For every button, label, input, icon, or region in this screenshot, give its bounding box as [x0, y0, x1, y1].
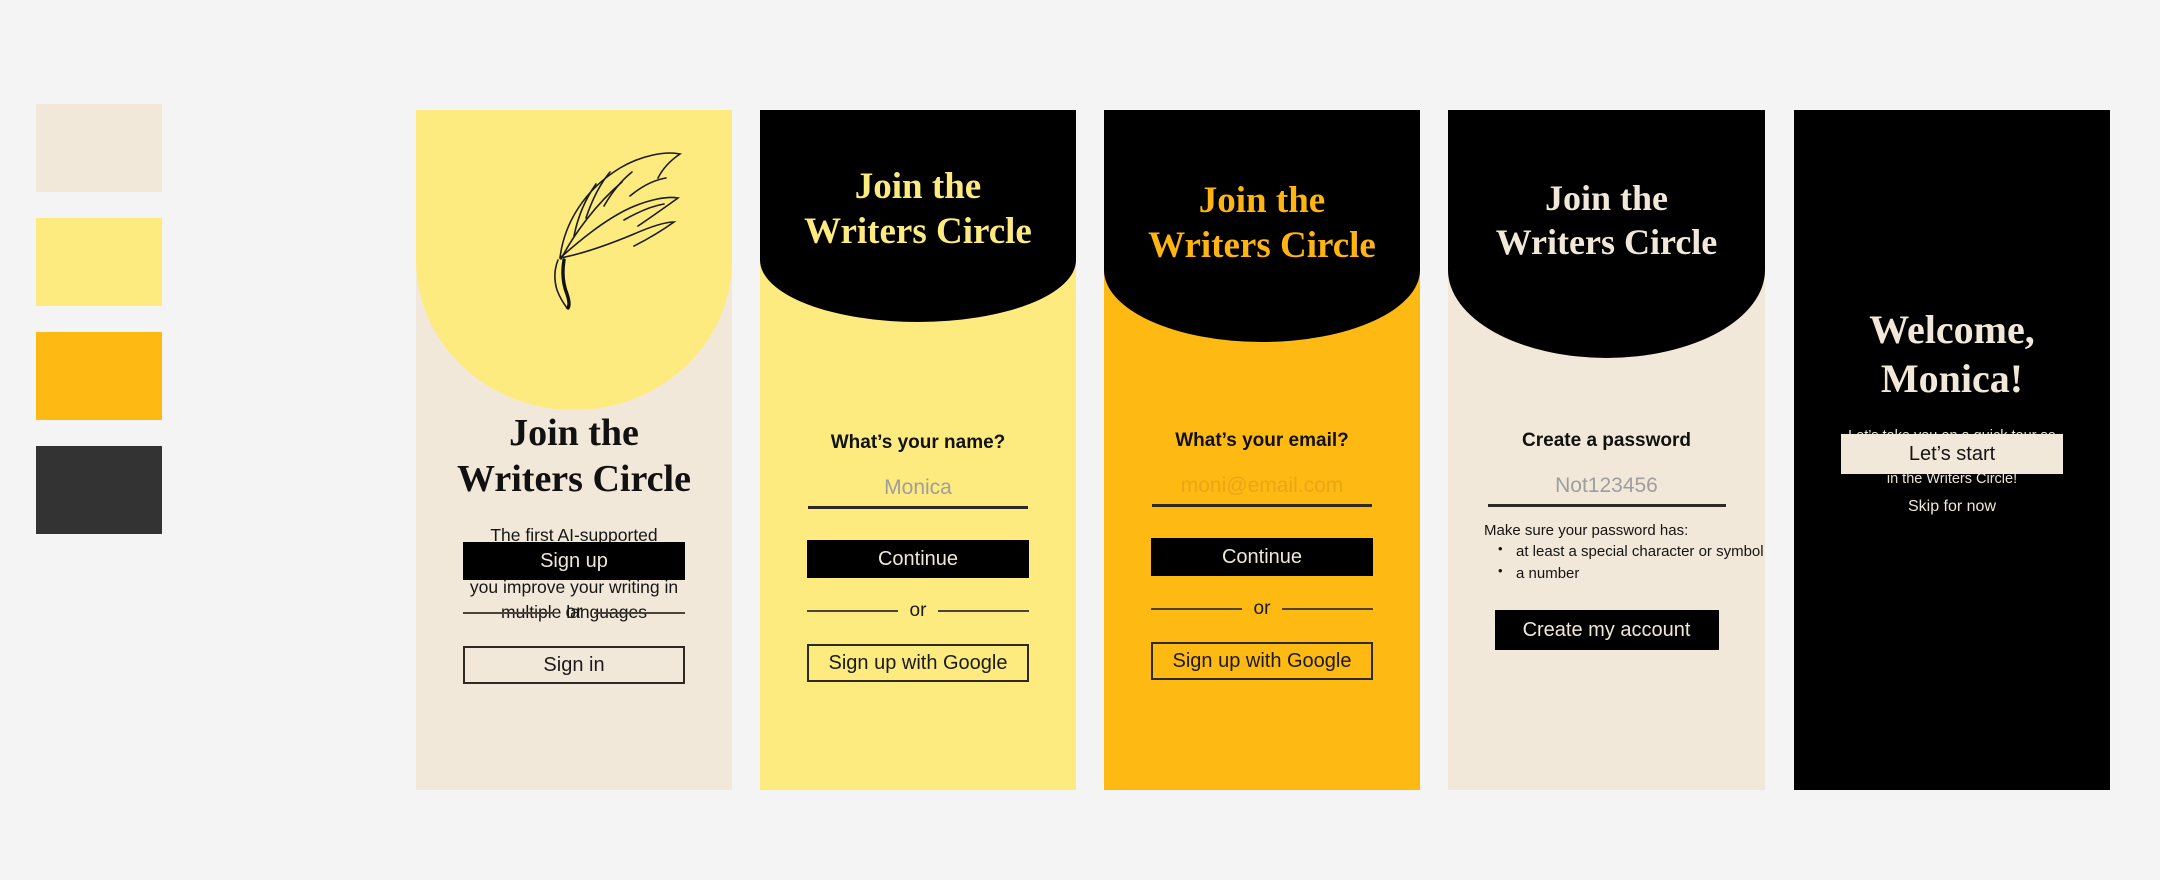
input-underline — [1487, 504, 1726, 507]
screen-signup-4: Sign up 4 Join the Writers Circle Create… — [1448, 110, 1765, 790]
title-line-1: Join the — [1198, 179, 1326, 221]
password-requirements-intro: Make sure your password has: — [1484, 522, 1689, 539]
divider-line-left — [463, 612, 554, 614]
title-line-2: Writers Circle — [457, 458, 691, 501]
password-input-placeholder: Not123456 — [1555, 474, 1658, 497]
page-title-1: Join the Writers Circle — [416, 410, 732, 503]
divider-line-right — [938, 610, 1029, 612]
input-underline — [1152, 504, 1372, 507]
divider-line-left — [807, 610, 898, 612]
password-requirements-list: at least a special character or symbol a… — [1484, 540, 1765, 584]
lets-start-button[interactable]: Let’s start — [1841, 434, 2063, 474]
create-account-button[interactable]: Create my account — [1494, 610, 1719, 650]
name-input-placeholder: Monica — [884, 476, 952, 499]
screen-signup-1: Sign up 1 Join the Writers Circle The fi… — [416, 110, 732, 790]
or-divider-1: or — [463, 602, 685, 624]
divider-label: or — [1253, 598, 1271, 619]
swatch-yellow — [36, 218, 162, 306]
name-field-label: What’s your name? — [830, 432, 1006, 453]
password-field-label: Create a password — [1522, 430, 1691, 451]
hero-title-3: Join the Writers Circle — [1148, 178, 1376, 268]
swatch-cream — [36, 104, 162, 192]
divider-line-right — [1282, 608, 1373, 610]
title-line-1: Join the — [1544, 178, 1668, 219]
hero-dome-3: Join the Writers Circle — [1104, 110, 1420, 342]
password-requirement-item: at least a special character or symbol — [1498, 540, 1765, 562]
swatch-charcoal — [36, 446, 162, 534]
password-requirements: Make sure your password has: at least a … — [1448, 520, 1765, 584]
password-requirement-item: a number — [1498, 562, 1765, 584]
hero-title-2: Join the Writers Circle — [804, 164, 1032, 254]
color-palette — [36, 104, 162, 560]
design-board: Sign up 1 Join the Writers Circle The fi… — [0, 0, 2160, 880]
title-line-1: Join the — [509, 412, 639, 454]
google-signup-button[interactable]: Sign up with Google — [1151, 642, 1373, 680]
feather-quill-icon — [554, 152, 683, 310]
hero-title-4: Join the Writers Circle — [1496, 177, 1718, 265]
sign-in-button[interactable]: Sign in — [463, 646, 685, 684]
or-divider-3: or — [1151, 598, 1373, 620]
screen-signup-2: Sign up 2 Join the Writers Circle What’s… — [760, 110, 1076, 790]
skip-for-now-link[interactable]: Skip for now — [1908, 498, 1996, 516]
screen-signup-5: Sign up 5 Welcome, Monica! Let’s take yo… — [1794, 110, 2110, 790]
title-line-1: Join the — [854, 165, 982, 207]
password-input[interactable]: Not123456 — [1487, 474, 1726, 507]
welcome-title: Welcome, Monica! — [1869, 307, 2035, 401]
google-signup-button[interactable]: Sign up with Google — [807, 644, 1029, 682]
title-line-2: Writers Circle — [1495, 222, 1718, 262]
name-input[interactable]: Monica — [808, 476, 1028, 509]
email-input-placeholder: moni@email.com — [1180, 474, 1344, 497]
title-line-2: Writers Circle — [804, 211, 1032, 252]
continue-button[interactable]: Continue — [807, 540, 1029, 578]
divider-line-left — [1151, 608, 1242, 610]
screen-signup-3: Sign up 3 Join the Writers Circle What’s… — [1104, 110, 1420, 790]
sign-up-button[interactable]: Sign up — [463, 542, 685, 580]
divider-label: or — [909, 600, 927, 621]
hero-dome-4: Join the Writers Circle — [1448, 110, 1765, 358]
or-divider-2: or — [807, 600, 1029, 622]
title-line-2: Writers Circle — [1148, 225, 1376, 266]
input-underline — [808, 506, 1028, 509]
swatch-orange — [36, 332, 162, 420]
divider-label: or — [565, 602, 583, 623]
continue-button[interactable]: Continue — [1151, 538, 1373, 576]
divider-line-right — [594, 612, 685, 614]
email-input[interactable]: moni@email.com — [1152, 474, 1372, 507]
email-field-label: What’s your email? — [1175, 430, 1349, 451]
hero-dome-2: Join the Writers Circle — [760, 110, 1076, 322]
